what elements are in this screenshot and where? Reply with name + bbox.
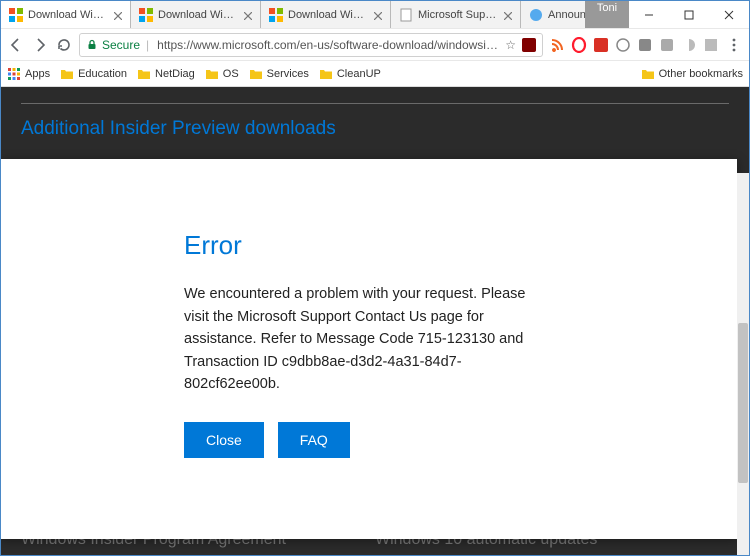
error-modal: Error We encountered a problem with your… bbox=[1, 159, 737, 539]
folder-icon bbox=[249, 68, 263, 80]
error-title: Error bbox=[184, 230, 554, 261]
url-text: https://www.microsoft.com/en-us/software… bbox=[157, 38, 499, 52]
bookmark-folder-label: Services bbox=[267, 68, 309, 80]
grey-extension-icon-2[interactable] bbox=[637, 37, 653, 53]
folder-icon bbox=[641, 68, 655, 80]
browser-tab[interactable]: Download Windows bbox=[131, 1, 261, 28]
opera-extension-icon[interactable] bbox=[571, 37, 587, 53]
error-modal-buttons: Close FAQ bbox=[184, 422, 554, 458]
back-button[interactable] bbox=[7, 36, 25, 54]
tab-close-icon[interactable] bbox=[114, 11, 122, 19]
folder-icon bbox=[205, 68, 219, 80]
bookmark-folder-label: Education bbox=[78, 68, 127, 80]
tab-close-icon[interactable] bbox=[374, 11, 382, 19]
forward-button[interactable] bbox=[31, 36, 49, 54]
browser-tab[interactable]: Download Windows bbox=[1, 1, 131, 28]
apps-button[interactable]: Apps bbox=[7, 67, 50, 81]
tab-favicon-icon bbox=[399, 8, 413, 22]
secure-label: Secure bbox=[102, 38, 140, 52]
tab-favicon-icon bbox=[139, 8, 153, 22]
bookmark-folder[interactable]: NetDiag bbox=[137, 68, 195, 80]
reload-button[interactable] bbox=[55, 36, 73, 54]
grey-extension-icon-3[interactable] bbox=[659, 37, 675, 53]
tab-close-icon[interactable] bbox=[504, 11, 512, 19]
folder-icon bbox=[319, 68, 333, 80]
browser-tabs: Download Windows Download Windows Download… bbox=[1, 1, 585, 28]
error-modal-content: Error We encountered a problem with your… bbox=[184, 230, 554, 457]
browser-menu-button[interactable] bbox=[725, 36, 743, 54]
tab-title: Download Windows bbox=[288, 9, 369, 21]
close-window-button[interactable] bbox=[709, 1, 749, 28]
extensions-row bbox=[549, 37, 719, 53]
page-heading: Additional Insider Preview downloads bbox=[21, 118, 729, 140]
apps-grid-icon bbox=[7, 67, 21, 81]
tab-title: Download Windows bbox=[158, 9, 239, 21]
tab-title: Microsoft Support bbox=[418, 9, 499, 21]
bookmark-folder[interactable]: Services bbox=[249, 68, 309, 80]
bookmark-folder-label: CleanUP bbox=[337, 68, 381, 80]
browser-toolbar: Secure | https://www.microsoft.com/en-us… bbox=[1, 29, 749, 61]
scrollbar-thumb[interactable] bbox=[738, 323, 748, 483]
other-bookmarks-label: Other bookmarks bbox=[659, 68, 743, 80]
bookmark-folder-label: NetDiag bbox=[155, 68, 195, 80]
maximize-button[interactable] bbox=[669, 1, 709, 28]
tab-favicon-icon bbox=[9, 8, 23, 22]
browser-tab[interactable]: Download Windows bbox=[261, 1, 391, 28]
tab-title: Announcing Windo bbox=[548, 9, 585, 21]
vertical-scrollbar[interactable] bbox=[737, 173, 749, 555]
tab-close-icon[interactable] bbox=[244, 11, 252, 19]
browser-tab[interactable]: Microsoft Support bbox=[391, 1, 521, 28]
window-titlebar: Download Windows Download Windows Download… bbox=[1, 1, 749, 29]
page-background: Additional Insider Preview downloads Win… bbox=[1, 87, 749, 555]
close-button[interactable]: Close bbox=[184, 422, 264, 458]
grey-extension-icon-1[interactable] bbox=[615, 37, 631, 53]
user-badge: Toni bbox=[585, 1, 629, 28]
apps-label: Apps bbox=[25, 68, 50, 80]
red-extension-icon[interactable] bbox=[593, 37, 609, 53]
folder-icon bbox=[137, 68, 151, 80]
secure-indicator: Secure | bbox=[86, 38, 151, 52]
faq-button[interactable]: FAQ bbox=[278, 422, 350, 458]
browser-tab[interactable]: Announcing Windo bbox=[521, 1, 585, 28]
user-badge-label: Toni bbox=[597, 2, 617, 14]
address-bar[interactable]: Secure | https://www.microsoft.com/en-us… bbox=[79, 33, 543, 57]
lock-icon bbox=[86, 39, 98, 51]
error-body: We encountered a problem with your reque… bbox=[184, 283, 554, 395]
bookmark-folder[interactable]: CleanUP bbox=[319, 68, 381, 80]
rss-extension-icon[interactable] bbox=[549, 37, 565, 53]
bookmark-folder-label: OS bbox=[223, 68, 239, 80]
grey-extension-icon-4[interactable] bbox=[681, 37, 697, 53]
address-bar-actions: ☆ bbox=[505, 38, 536, 52]
bookmark-folder[interactable]: Education bbox=[60, 68, 127, 80]
extension-ublock-icon[interactable] bbox=[522, 38, 536, 52]
folder-icon bbox=[60, 68, 74, 80]
minimize-button[interactable] bbox=[629, 1, 669, 28]
bookmark-star-icon[interactable]: ☆ bbox=[505, 38, 516, 52]
tab-favicon-icon bbox=[269, 8, 283, 22]
other-bookmarks-button[interactable]: Other bookmarks bbox=[641, 68, 743, 80]
divider bbox=[21, 103, 729, 104]
tab-favicon-icon bbox=[529, 8, 543, 22]
grey-extension-icon-5[interactable] bbox=[703, 37, 719, 53]
bookmarks-bar: Apps Education NetDiag OS Services CleanUP O… bbox=[1, 61, 749, 87]
window-controls bbox=[629, 1, 749, 28]
bookmark-folder[interactable]: OS bbox=[205, 68, 239, 80]
tab-title: Download Windows bbox=[28, 9, 109, 21]
